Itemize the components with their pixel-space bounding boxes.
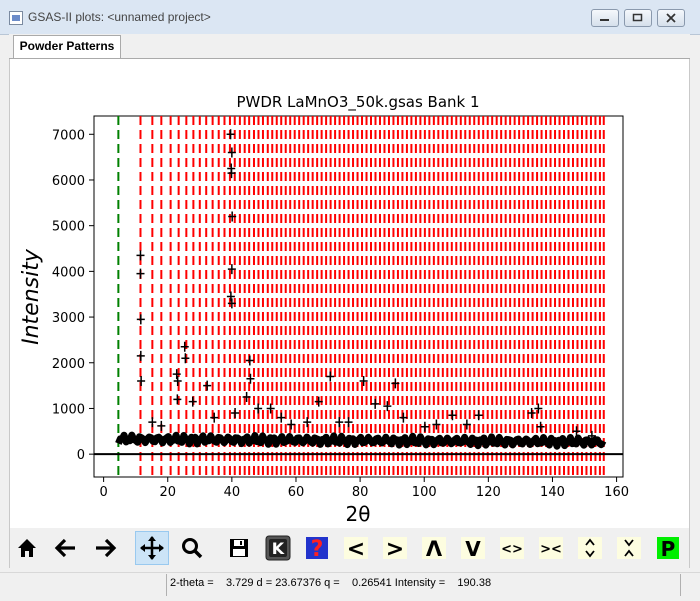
minimize-button[interactable] (591, 9, 619, 27)
close-button[interactable] (657, 9, 685, 27)
zoom-button[interactable] (175, 531, 209, 565)
y-tick-label: 7000 (52, 128, 85, 143)
compress-horizontal-icon: >< (539, 537, 563, 559)
home-icon (18, 539, 36, 557)
window-titlebar: GSAS-II plots: <unnamed project> (0, 0, 700, 35)
y-axis-label: Intensity (19, 248, 44, 345)
k-key-icon: K (265, 535, 291, 561)
greater-than-icon: > (383, 537, 407, 561)
minimize-icon (600, 19, 609, 21)
x-tick-label: 0 (99, 485, 107, 500)
floppy-icon (230, 539, 248, 557)
y-tick-label: 6000 (52, 174, 85, 189)
expand-horizontal-icon: <> (500, 537, 524, 559)
chart-title: PWDR LaMnO3_50k.gsas Bank 1 (236, 93, 479, 112)
svg-text:><: >< (540, 542, 562, 557)
x-tick-label: 120 (476, 485, 501, 500)
compress-y-button[interactable] (612, 531, 646, 565)
v-down-icon: V (461, 537, 485, 561)
expand-vertical-icon (578, 537, 602, 559)
publish-button[interactable]: P (651, 531, 685, 565)
question-icon: ? (306, 537, 328, 561)
maximize-button[interactable] (624, 9, 652, 27)
window-title: GSAS-II plots: <unnamed project> (28, 10, 211, 24)
x-tick-label: 40 (224, 485, 241, 500)
x-tick-label: 80 (352, 485, 369, 500)
x-axis-label: 2θ (346, 502, 371, 525)
pan-button[interactable] (135, 531, 169, 565)
x-tick-label: 140 (540, 485, 565, 500)
less-than-icon: < (344, 537, 368, 561)
home-button[interactable] (10, 531, 44, 565)
powder-pattern-chart[interactable]: 0 20 40 60 80 100 120 140 160 0 1000 2000 3000 4000 5… (10, 59, 689, 526)
key-press-button[interactable]: K (261, 531, 295, 565)
caret-up-icon: Λ (422, 537, 446, 561)
status-divider-right (680, 574, 681, 596)
svg-text:Λ: Λ (426, 537, 443, 561)
svg-text:<>: <> (501, 542, 523, 557)
tab-powder-patterns[interactable]: Powder Patterns (13, 35, 121, 58)
x-tick-label: 100 (412, 485, 437, 500)
y-tick-label: 0 (77, 448, 85, 463)
svg-text:<: < (347, 537, 365, 561)
y-tick-label: 3000 (52, 311, 85, 326)
compress-vertical-icon (617, 537, 641, 559)
status-cursor-readout: 2-theta = 3.729 d = 23.67376 q = 0.26541… (170, 577, 492, 589)
y-tick-label: 4000 (52, 265, 85, 280)
shift-left-button[interactable]: < (339, 531, 373, 565)
shift-right-button[interactable]: > (378, 531, 412, 565)
shift-up-button[interactable]: Λ (417, 531, 451, 565)
maximize-icon (632, 13, 643, 22)
y-tick-label: 2000 (52, 357, 85, 372)
forward-button[interactable] (88, 531, 122, 565)
status-divider (166, 574, 167, 596)
arrow-right-icon (96, 538, 117, 558)
close-icon (666, 13, 676, 23)
x-tick-label: 160 (604, 485, 629, 500)
expand-x-button[interactable]: <> (495, 531, 529, 565)
save-button[interactable] (222, 531, 256, 565)
shift-down-button[interactable]: V (456, 531, 490, 565)
svg-text:>: > (386, 537, 404, 561)
help-button[interactable]: ? (300, 531, 334, 565)
x-tick-label: 20 (159, 485, 176, 500)
y-tick-label: 5000 (52, 220, 85, 235)
compress-x-button[interactable]: >< (534, 531, 568, 565)
app-icon (9, 11, 23, 25)
svg-text:P: P (661, 537, 676, 561)
p-publish-icon: P (657, 537, 679, 561)
svg-text:V: V (465, 537, 481, 561)
magnifier-icon (182, 538, 203, 559)
arrow-left-icon (54, 538, 75, 558)
y-axis-ticks: 0 1000 2000 3000 4000 5000 6000 7000 (52, 128, 94, 463)
axes-frame (93, 115, 624, 478)
plot-area[interactable]: 0 20 40 60 80 100 120 140 160 0 1000 2000 3000 4000 5… (10, 59, 689, 526)
move-icon (140, 536, 164, 560)
expand-y-button[interactable] (573, 531, 607, 565)
x-tick-label: 60 (288, 485, 305, 500)
back-button[interactable] (49, 531, 83, 565)
y-tick-label: 1000 (52, 402, 85, 417)
x-axis-ticks: 0 20 40 60 80 100 120 140 160 (99, 477, 629, 500)
svg-text:?: ? (311, 537, 324, 561)
svg-text:K: K (272, 539, 285, 558)
